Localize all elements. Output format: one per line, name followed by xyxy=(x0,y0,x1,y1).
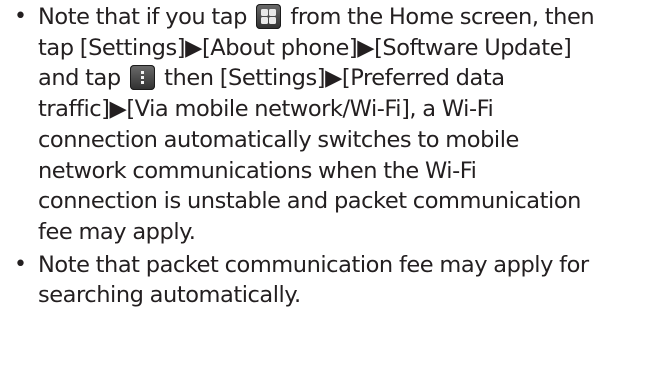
apps-icon xyxy=(256,4,282,29)
text-line: traffic]▶[Via mobile network/Wi-Fi], a W… xyxy=(38,96,494,123)
menu-icon xyxy=(129,65,155,91)
text-line: and tap then [Settings]▶[Preferred data xyxy=(38,65,505,92)
bullet: • xyxy=(14,251,27,277)
text-line: fee may apply. xyxy=(38,218,196,245)
text-line: connection automatically switches to mob… xyxy=(38,126,519,153)
text-line: searching automatically. xyxy=(38,282,301,309)
list-item: • Note that if you tap from the Home scr… xyxy=(0,2,659,248)
text-line: Note that if you tap from the Home scree… xyxy=(38,4,595,30)
note-list: • Note that if you tap from the Home scr… xyxy=(0,0,659,311)
text-line: network communications when the Wi-Fi xyxy=(38,157,477,184)
text-line: Note that packet communication fee may a… xyxy=(38,251,589,278)
text-line: tap [Settings]▶[About phone]▶[Software U… xyxy=(38,34,572,61)
text-line: connection is unstable and packet commun… xyxy=(38,188,581,215)
bullet: • xyxy=(14,4,27,29)
list-item: • Note that packet communication fee may… xyxy=(0,250,659,311)
